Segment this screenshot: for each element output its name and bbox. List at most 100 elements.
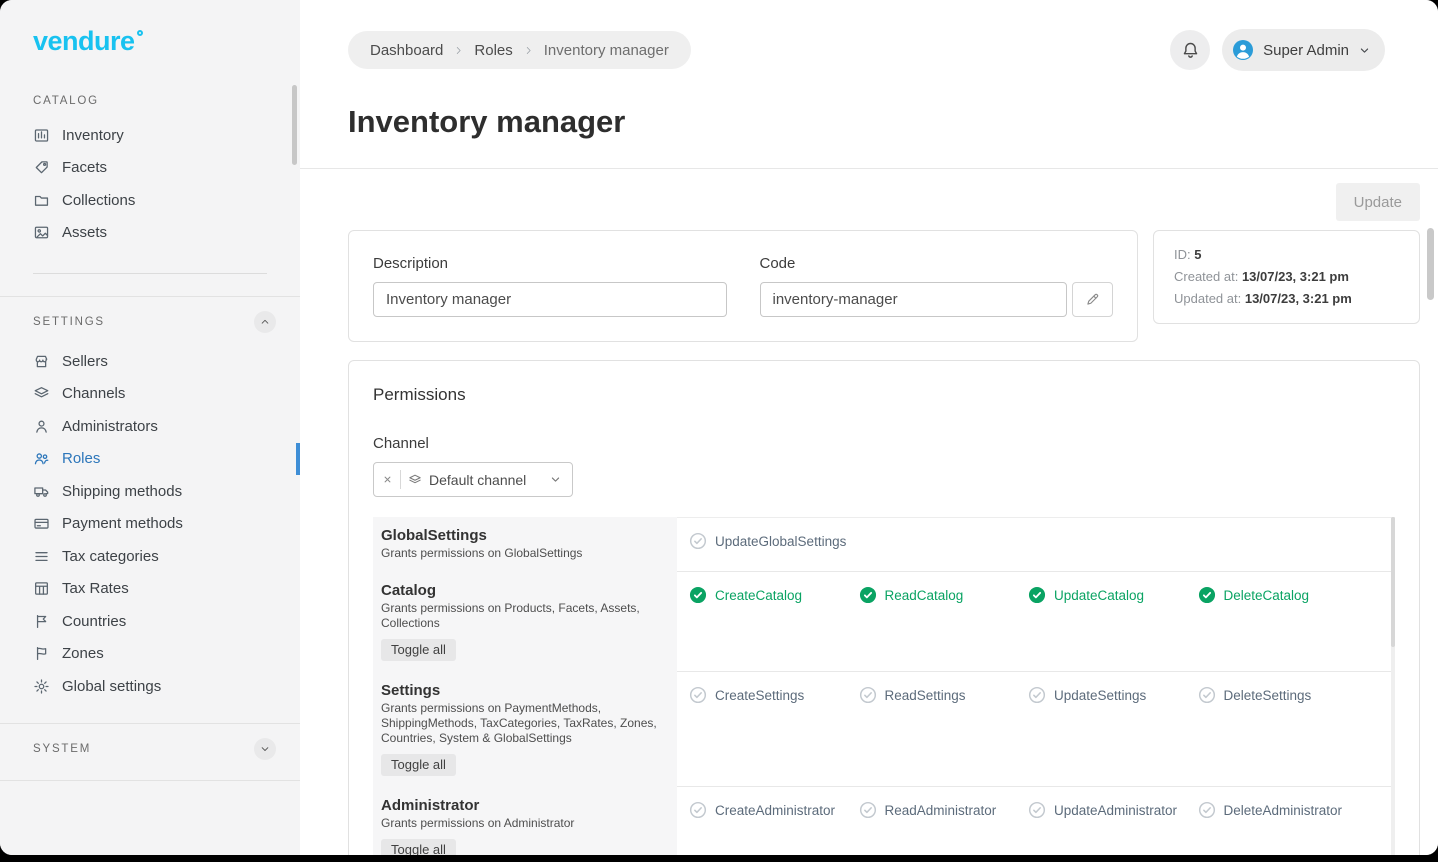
permission-checkbox-deleteadministrator[interactable]: DeleteAdministrator [1198, 800, 1362, 820]
section-label-settings: SETTINGS [33, 316, 105, 328]
permission-checkbox-updatecatalog[interactable]: UpdateCatalog [1028, 585, 1192, 605]
permission-checkbox-deletecatalog[interactable]: DeleteCatalog [1198, 585, 1362, 605]
main-scrollbar[interactable] [1427, 228, 1434, 300]
assets-icon [33, 224, 50, 241]
table-scrollbar[interactable] [1391, 517, 1395, 855]
update-button[interactable]: Update [1336, 183, 1420, 221]
sidebar-item-administrators[interactable]: Administrators [0, 410, 300, 443]
table-scrollbar-thumb[interactable] [1391, 517, 1395, 647]
breadcrumb: Dashboard Roles Inventory manager [348, 31, 691, 69]
permission-checkbox-updatesettings[interactable]: UpdateSettings [1028, 685, 1192, 705]
permissions-table: GlobalSettings Grants permissions on Glob… [373, 517, 1395, 855]
toggle-all-button[interactable]: Toggle all [381, 639, 456, 661]
code-input[interactable] [760, 282, 1068, 317]
breadcrumb-item-dashboard[interactable]: Dashboard [370, 42, 443, 59]
page-title: Inventory manager [348, 104, 1385, 168]
sidebar-item-label: Channels [62, 385, 125, 402]
notifications-button[interactable] [1170, 30, 1210, 70]
permission-group-info: SettingsGrants permissions on PaymentMet… [373, 672, 677, 787]
sidebar-item-countries[interactable]: Countries [0, 605, 300, 638]
administrators-icon [33, 418, 50, 435]
sidebar-item-tax-rates[interactable]: Tax Rates [0, 573, 300, 606]
sidebar-item-sellers[interactable]: Sellers [0, 345, 300, 378]
permission-label: CreateCatalog [715, 588, 802, 603]
permission-group-checkboxes: CreateSettings ReadSettings UpdateSettings… [677, 672, 1395, 787]
permission-label: ReadCatalog [885, 588, 964, 603]
sidebar-item-label: Roles [62, 450, 100, 467]
updated-label: Updated at: [1174, 291, 1241, 306]
permission-checkbox-updateadministrator[interactable]: UpdateAdministrator [1028, 800, 1192, 820]
permission-checkbox-createsettings[interactable]: CreateSettings [689, 685, 853, 705]
unchecked-circle-icon [689, 532, 707, 550]
permission-checkbox-readadministrator[interactable]: ReadAdministrator [859, 800, 1023, 820]
permission-label: ReadAdministrator [885, 803, 997, 818]
sidebar-item-assets[interactable]: Assets [0, 217, 300, 250]
unchecked-circle-icon [859, 801, 877, 819]
selected-channel: Default channel [429, 472, 542, 488]
tax-rates-icon [33, 580, 50, 597]
unchecked-circle-icon [1198, 686, 1216, 704]
toggle-system-section-button[interactable] [254, 738, 276, 760]
sidebar-item-channels[interactable]: Channels [0, 378, 300, 411]
checked-circle-icon [1198, 586, 1216, 604]
meta-row-updated: Updated at: 13/07/23, 3:21 pm [1174, 288, 1399, 310]
section-label-system: SYSTEM [33, 743, 91, 755]
actions-row: Update [348, 183, 1420, 221]
countries-icon [33, 613, 50, 630]
checked-circle-icon [689, 586, 707, 604]
permission-label: DeleteAdministrator [1224, 803, 1343, 818]
updated-value: 13/07/23, 3:21 pm [1245, 291, 1352, 306]
description-input[interactable] [373, 282, 727, 317]
unchecked-circle-icon [689, 801, 707, 819]
sidebar-item-payment-methods[interactable]: Payment methods [0, 508, 300, 541]
edit-code-button[interactable] [1072, 282, 1113, 317]
facets-icon [33, 159, 50, 176]
sidebar-item-collections[interactable]: Collections [0, 184, 300, 217]
permission-group-description: Grants permissions on PaymentMethods, Sh… [381, 701, 661, 746]
permission-group-description: Grants permissions on GlobalSettings [381, 546, 661, 561]
channel-select[interactable]: Default channel [373, 462, 573, 497]
id-value: 5 [1194, 247, 1201, 262]
sidebar-item-tax-categories[interactable]: Tax categories [0, 540, 300, 573]
sidebar: vendure CATALOGInventoryFacetsCollection… [0, 0, 300, 855]
sidebar-scrollbar[interactable] [292, 85, 297, 165]
sidebar-section-catalog: CATALOGInventoryFacetsCollectionsAssets [0, 81, 300, 249]
sidebar-item-inventory[interactable]: Inventory [0, 119, 300, 152]
sidebar-item-label: Collections [62, 192, 135, 209]
permission-checkbox-readcatalog[interactable]: ReadCatalog [859, 585, 1023, 605]
permission-group-description: Grants permissions on Products, Facets, … [381, 601, 661, 631]
toggle-settings-section-button[interactable] [254, 311, 276, 333]
permission-checkbox-createcatalog[interactable]: CreateCatalog [689, 585, 853, 605]
permission-label: UpdateSettings [1054, 688, 1146, 703]
avatar-icon [1232, 39, 1254, 61]
permission-checkbox-readsettings[interactable]: ReadSettings [859, 685, 1023, 705]
sidebar-section-header-system: SYSTEM [0, 724, 300, 772]
toggle-all-button[interactable]: Toggle all [381, 839, 456, 855]
permission-checkbox-deletesettings[interactable]: DeleteSettings [1198, 685, 1362, 705]
pencil-icon [1085, 292, 1100, 307]
created-label: Created at: [1174, 269, 1238, 284]
permission-checkbox-updateglobalsettings[interactable]: UpdateGlobalSettings [689, 531, 853, 551]
global-settings-icon [33, 678, 50, 695]
permission-label: UpdateCatalog [1054, 588, 1144, 603]
toggle-all-button[interactable]: Toggle all [381, 754, 456, 776]
user-name: Super Admin [1263, 42, 1349, 59]
permission-group-info: GlobalSettings Grants permissions on Glob… [373, 517, 677, 572]
sidebar-item-zones[interactable]: Zones [0, 638, 300, 671]
sidebar-item-facets[interactable]: Facets [0, 152, 300, 185]
clear-channel-button[interactable] [382, 474, 393, 485]
sidebar-item-global-settings[interactable]: Global settings [0, 670, 300, 703]
sidebar-section-header-settings: SETTINGS [0, 297, 300, 345]
chevron-right-icon [523, 45, 534, 56]
user-menu-button[interactable]: Super Admin [1222, 29, 1385, 71]
permission-checkbox-createadministrator[interactable]: CreateAdministrator [689, 800, 853, 820]
main-area: Dashboard Roles Inventory manager Super Ad… [300, 0, 1438, 855]
permission-group-name: GlobalSettings [381, 528, 661, 544]
vendure-logo[interactable]: vendure [0, 0, 300, 81]
breadcrumb-item-roles[interactable]: Roles [474, 42, 512, 59]
sidebar-item-roles[interactable]: Roles [0, 443, 300, 476]
breadcrumb-item-inventory-manager: Inventory manager [544, 42, 669, 59]
payment-methods-icon [33, 515, 50, 532]
sidebar-item-shipping-methods[interactable]: Shipping methods [0, 475, 300, 508]
permission-group-row-globalsettings: GlobalSettings Grants permissions on Glob… [373, 517, 1395, 572]
